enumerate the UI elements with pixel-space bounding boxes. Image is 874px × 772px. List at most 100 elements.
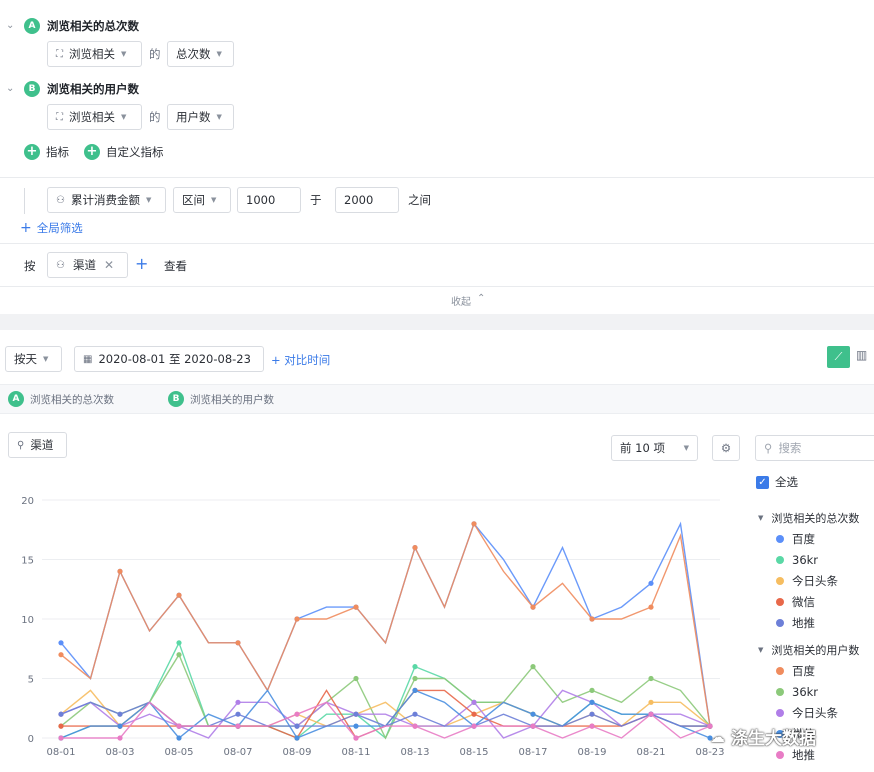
x-tick-label: 08-11 <box>341 747 370 758</box>
legend-dot <box>776 666 784 675</box>
metric-a-event-select[interactable]: ⛶ 浏览相关 ▼ <box>47 41 142 67</box>
chevron-down-icon: ▼ <box>211 196 217 204</box>
global-filter-label: 全局筛选 <box>36 221 83 235</box>
filter-operator-select[interactable]: 区间 ▼ <box>173 187 231 213</box>
data-point <box>530 723 536 729</box>
legend-label: 今日头条 <box>792 705 838 720</box>
legend-item[interactable]: 36kr <box>758 549 874 570</box>
chart-dimension-select[interactable]: ⚲ 渠道 <box>8 432 67 458</box>
data-point <box>412 687 418 693</box>
data-point <box>589 616 595 622</box>
global-filter-button[interactable]: + 全局筛选 <box>20 220 83 236</box>
data-point <box>412 664 418 670</box>
plus-icon: + <box>24 144 40 160</box>
event-icon: ⛶ <box>56 111 63 123</box>
filter-to-input[interactable]: 2000 <box>335 187 399 213</box>
top-n-select[interactable]: 前 10 项 ▼ <box>611 435 698 461</box>
filter-property-select[interactable]: ⚇ 累计消费金额 ▼ <box>47 187 166 213</box>
select-all-label: 全选 <box>775 475 798 489</box>
granularity-label: 按天 <box>14 352 37 366</box>
x-tick-label: 08-03 <box>105 747 134 758</box>
close-icon[interactable]: ✕ <box>104 258 114 272</box>
collapse-metric-a-icon[interactable]: ⌄ <box>6 20 14 31</box>
series-line <box>60 522 711 727</box>
series-line <box>60 689 711 739</box>
add-custom-metric-button[interactable]: + 自定义指标 <box>84 144 164 160</box>
y-tick-label: 20 <box>21 496 34 507</box>
data-point <box>412 723 418 729</box>
data-point <box>648 711 654 717</box>
series-line <box>60 689 711 728</box>
y-tick-label: 5 <box>28 675 34 686</box>
collapse-button[interactable]: 收起 ⌃ <box>451 293 485 308</box>
wechat-icon: ☁ <box>710 727 725 746</box>
legend-item[interactable]: 百度 <box>758 528 874 549</box>
metric-b-event-select[interactable]: ⛶ 浏览相关 ▼ <box>47 104 142 130</box>
add-metric-button[interactable]: + 指标 <box>24 144 69 160</box>
metric-b-measure-select[interactable]: 用户数 ▼ <box>167 104 234 130</box>
data-point <box>471 723 477 729</box>
metric-b-legend-label: 浏览相关的用户数 <box>190 394 274 406</box>
legend-item[interactable]: 今日头条 <box>758 570 874 591</box>
legend-item[interactable]: 36kr <box>758 681 874 702</box>
legend-item[interactable]: 百度 <box>758 660 874 681</box>
metric-b-event-label: 浏览相关 <box>69 110 115 124</box>
data-point <box>235 699 241 705</box>
data-point <box>530 604 536 610</box>
collapse-metric-b-icon[interactable]: ⌄ <box>6 83 14 94</box>
x-tick-label: 08-19 <box>577 747 606 758</box>
data-point <box>412 711 418 717</box>
chevron-down-icon: ▼ <box>216 113 222 121</box>
legend-group-header[interactable]: ▼ 浏览相关的总次数 <box>758 508 874 528</box>
line-chart-toggle-icon[interactable]: ⟋ <box>827 346 850 368</box>
granularity-select[interactable]: 按天 ▼ <box>5 346 62 372</box>
y-tick-label: 10 <box>21 615 34 626</box>
dimension-icon: ⚲ <box>17 439 25 451</box>
filter-from-input[interactable]: 1000 <box>237 187 301 213</box>
metric-a-of: 的 <box>149 47 161 61</box>
metric-b-of: 的 <box>149 110 161 124</box>
plus-icon: + <box>84 144 100 160</box>
data-point <box>117 568 123 574</box>
date-range-picker[interactable]: ▦ 2020-08-01 至 2020-08-23 <box>74 346 264 372</box>
add-group-icon[interactable]: + <box>135 254 148 273</box>
data-point <box>235 711 241 717</box>
data-point <box>353 604 359 610</box>
legend-label: 地推 <box>792 615 815 630</box>
group-by-label: 按 <box>24 259 36 273</box>
legend-item[interactable]: 今日头条 <box>758 702 874 723</box>
legend-item[interactable]: 地推 <box>758 612 874 633</box>
legend-dot <box>776 687 784 696</box>
chevron-down-icon: ▼ <box>121 113 127 121</box>
bar-chart-toggle-icon[interactable]: ▥ <box>856 348 867 362</box>
data-point <box>294 735 300 741</box>
divider <box>0 177 874 178</box>
legend-item[interactable]: 微信 <box>758 591 874 612</box>
gear-icon: ⚙ <box>720 441 732 455</box>
legend-dot <box>776 597 784 606</box>
legend-label: 百度 <box>792 531 815 546</box>
legend-label: 36kr <box>792 684 819 699</box>
add-metric-label: 指标 <box>46 145 69 159</box>
caret-down-icon: ▼ <box>758 646 764 654</box>
chart-settings-button[interactable]: ⚙ <box>712 435 740 461</box>
select-all-checkbox[interactable]: ✓ 全选 <box>756 474 798 490</box>
data-point <box>648 604 654 610</box>
compare-time-button[interactable]: + 对比时间 <box>271 352 330 368</box>
divider <box>0 243 874 244</box>
metric-a-measure-select[interactable]: 总次数 ▼ <box>167 41 234 67</box>
data-point <box>117 735 123 741</box>
y-tick-label: 0 <box>28 734 34 745</box>
filter-end-word: 之间 <box>408 193 431 207</box>
legend-group-header[interactable]: ▼ 浏览相关的用户数 <box>758 640 874 660</box>
metric-b-badge: B <box>24 81 40 97</box>
x-tick-label: 08-15 <box>459 747 488 758</box>
x-tick-label: 08-05 <box>164 747 193 758</box>
group-dimension-tag[interactable]: ⚇ 渠道 ✕ <box>47 252 128 278</box>
data-point <box>353 723 359 729</box>
data-point <box>294 723 300 729</box>
data-point <box>294 616 300 622</box>
legend-search-input[interactable]: ⚲ 搜索 <box>755 435 874 461</box>
data-point <box>471 711 477 717</box>
data-point <box>648 675 654 682</box>
